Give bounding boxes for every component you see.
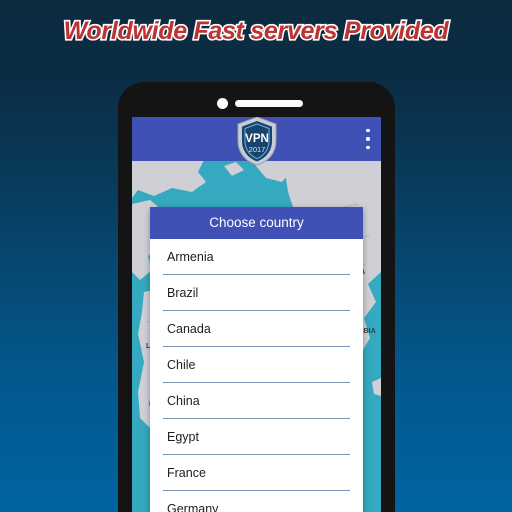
list-item[interactable]: France (163, 455, 350, 491)
dialog-title: Choose country (150, 207, 363, 239)
phone-screen: LA BR IA RABIA VPN 2017 95 s (132, 117, 381, 512)
overflow-menu-icon[interactable] (366, 129, 370, 149)
country-list[interactable]: Armenia Brazil Canada Chile China Egypt … (150, 239, 363, 512)
camera-dot-icon (217, 98, 228, 109)
page-title: Worldwide Fast servers Provided (62, 15, 450, 46)
phone-device-mockup: LA BR IA RABIA VPN 2017 95 s (118, 82, 395, 512)
app-bar: VPN 2017 (132, 117, 381, 166)
list-item[interactable]: China (163, 383, 350, 419)
vpn-shield-icon: VPN 2017 (237, 117, 276, 166)
list-item[interactable]: Brazil (163, 275, 350, 311)
list-item[interactable]: Germany (163, 491, 350, 512)
choose-country-dialog: Choose country Armenia Brazil Canada Chi… (150, 207, 363, 512)
earpiece-speaker-icon (235, 100, 303, 107)
svg-text:2017: 2017 (248, 145, 265, 154)
svg-text:VPN: VPN (245, 133, 269, 145)
list-item[interactable]: Chile (163, 347, 350, 383)
list-item[interactable]: Armenia (163, 239, 350, 275)
list-item[interactable]: Canada (163, 311, 350, 347)
list-item[interactable]: Egypt (163, 419, 350, 455)
